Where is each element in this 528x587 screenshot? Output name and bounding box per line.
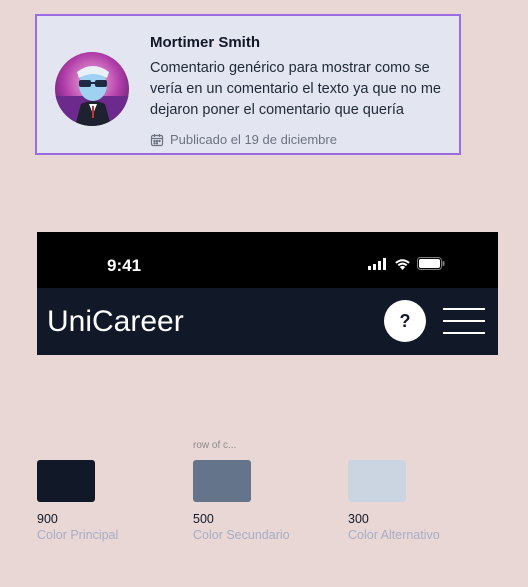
status-time: 9:41	[107, 256, 142, 275]
swatch-500: 500 Color Secundario	[193, 460, 313, 542]
help-button[interactable]: ?	[384, 300, 426, 342]
swatch-name: Color Secundario	[193, 528, 290, 542]
color-swatch	[348, 460, 406, 502]
swatch-number: 500	[193, 512, 214, 526]
wifi-icon	[394, 257, 411, 275]
menu-icon[interactable]	[443, 306, 485, 336]
color-swatch	[193, 460, 251, 502]
swatch-number: 300	[348, 512, 369, 526]
status-bar: 9:41	[37, 232, 498, 288]
swatch-300: 300 Color Alternativo	[348, 460, 468, 542]
app-title: UniCareer	[47, 305, 184, 338]
swatch-number: 900	[37, 512, 58, 526]
battery-icon	[417, 257, 445, 275]
swatch-name: Color Alternativo	[348, 528, 440, 542]
swatch-name: Color Principal	[37, 528, 119, 542]
published-date: Publicado el 19 de diciembre	[170, 132, 337, 147]
avatar[interactable]	[55, 52, 129, 126]
help-label: ?	[399, 310, 411, 331]
phone-header: 9:41 UniCareer ?	[37, 232, 498, 355]
comment-author: Mortimer Smith	[150, 34, 261, 51]
comment-meta: Publicado el 19 de diciembre	[150, 132, 337, 147]
swatch-900: 900 Color Principal	[37, 460, 157, 542]
status-icons	[368, 257, 445, 275]
app-bar: UniCareer ?	[37, 288, 498, 355]
signal-icon	[368, 257, 388, 275]
comment-text: Comentario genérico para mostrar como se…	[150, 60, 441, 118]
calendar-icon	[150, 133, 164, 147]
comment-card: Mortimer Smith Comentario genérico para …	[35, 14, 461, 155]
palette-row-label: row of c...	[193, 440, 237, 451]
color-swatch	[37, 460, 95, 502]
